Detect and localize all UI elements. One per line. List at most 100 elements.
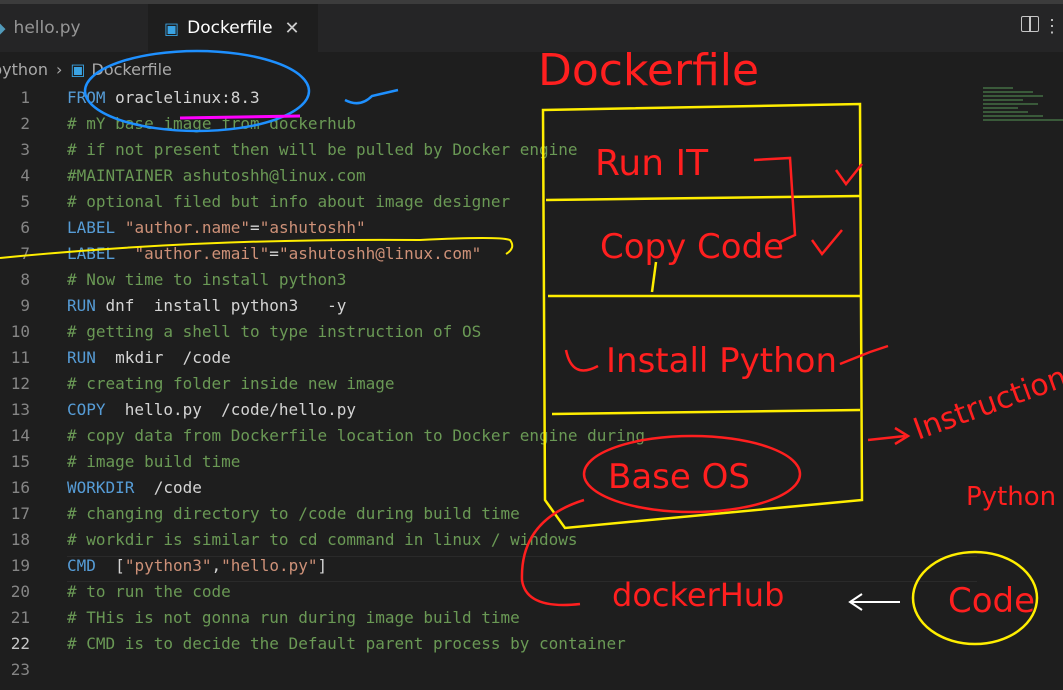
code-line[interactable]: 18 # workdir is similar to cd command in … xyxy=(0,527,980,553)
code-line[interactable]: 17 # changing directory to /code during b… xyxy=(0,501,980,527)
code-token: = xyxy=(250,218,260,237)
line-number: 9 xyxy=(20,296,30,315)
code-line[interactable]: 12 # creating folder inside new image xyxy=(0,371,980,397)
code-text: LABEL "author.name"="ashutoshh" xyxy=(67,215,366,241)
line-number: 17 xyxy=(10,504,30,523)
code-text: # image build time xyxy=(67,449,240,475)
code-line[interactable]: 2 # mY base image from dockerhub xyxy=(0,111,980,137)
line-number: 23 xyxy=(10,660,30,679)
code-line[interactable]: 10 # getting a shell to type instruction … xyxy=(0,319,980,345)
code-text: # creating folder inside new image xyxy=(67,371,395,397)
code-text: RUN mkdir /code xyxy=(67,345,231,371)
close-icon[interactable]: ✕ xyxy=(285,18,300,39)
code-text: CMD ["python3","hello.py"] xyxy=(67,553,327,579)
line-number: 6 xyxy=(20,218,30,237)
tab-bar: ◆ hello.py ▣ Dockerfile ✕ ⋮ xyxy=(0,0,1063,52)
code-token: # getting a shell to type instruction of… xyxy=(67,322,482,341)
code-token: # Now time to install python3 xyxy=(67,270,347,289)
code-line[interactable]: 4 #MAINTAINER ashutoshh@linux.com xyxy=(0,163,980,189)
code-text: # if not present then will be pulled by … xyxy=(67,137,578,163)
code-token: # image build time xyxy=(67,452,241,471)
minimap[interactable] xyxy=(983,85,1063,135)
code-text: WORKDIR /code xyxy=(67,475,202,501)
tab-dockerfile[interactable]: ▣ Dockerfile ✕ xyxy=(148,4,318,52)
code-line[interactable]: 1 FROM oraclelinux:8.3 xyxy=(0,85,980,111)
code-token: # mY base image from dockerhub xyxy=(67,114,356,133)
line-number: 19 xyxy=(10,556,30,575)
code-line[interactable]: 3 # if not present then will be pulled by… xyxy=(0,137,980,163)
code-text: # to run the code xyxy=(67,579,231,605)
code-token: # copy data from Dockerfile location to … xyxy=(67,426,645,445)
code-text: # copy data from Dockerfile location to … xyxy=(67,423,645,449)
more-actions-icon[interactable]: ⋮ xyxy=(1043,16,1061,37)
line-number: 18 xyxy=(10,530,30,549)
code-token: "author.email" xyxy=(134,244,270,263)
code-line[interactable]: 6 LABEL "author.name"="ashutoshh" xyxy=(0,215,980,241)
code-token: "author.name" xyxy=(124,218,251,237)
line-number: 7 xyxy=(20,244,30,263)
code-line[interactable]: 20 # to run the code xyxy=(0,579,980,605)
code-line[interactable]: 23 xyxy=(0,657,980,683)
line-number: 8 xyxy=(20,270,30,289)
code-token: # if not present then will be pulled by … xyxy=(67,140,578,159)
code-text: # Now time to install python3 xyxy=(67,267,346,293)
code-token: CMD xyxy=(67,556,96,575)
code-token: , xyxy=(211,556,222,575)
code-text: LABEL "author.email"="ashutoshh@linux.co… xyxy=(67,241,481,267)
code-line[interactable]: 11 RUN mkdir /code xyxy=(0,345,980,371)
code-text: # optional filed but info about image de… xyxy=(67,189,510,215)
line-number: 22 xyxy=(10,634,30,653)
code-token: dnf install python3 -y xyxy=(95,296,347,315)
chevron-right-icon: › xyxy=(55,59,63,79)
code-line[interactable]: 22 # CMD is to decide the Default parent … xyxy=(0,631,980,657)
code-line[interactable]: 21 # THis is not gonna run during image b… xyxy=(0,605,980,631)
code-token: oraclelinux:8.3 xyxy=(105,88,260,107)
code-token: RUN xyxy=(67,348,96,367)
code-token: FROM xyxy=(67,88,106,107)
code-line[interactable]: 19 CMD ["python3","hello.py"] xyxy=(0,553,980,579)
breadcrumb-folder[interactable]: python xyxy=(0,60,48,79)
split-editor-icon[interactable] xyxy=(1021,16,1039,32)
code-token: WORKDIR xyxy=(67,478,135,497)
line-number: 14 xyxy=(10,426,30,445)
breadcrumb-file[interactable]: Dockerfile xyxy=(92,60,172,79)
code-line[interactable]: 16 WORKDIR /code xyxy=(0,475,980,501)
code-text: FROM oraclelinux:8.3 xyxy=(67,85,260,111)
breadcrumb: python › ▣ Dockerfile xyxy=(0,58,172,80)
line-number: 12 xyxy=(10,374,30,393)
code-line[interactable]: 5 # optional filed but info about image d… xyxy=(0,189,980,215)
code-line[interactable]: 15 # image build time xyxy=(0,449,980,475)
code-line[interactable]: 14 # copy data from Dockerfile location t… xyxy=(0,423,980,449)
line-number: 10 xyxy=(10,322,30,341)
code-token: COPY xyxy=(67,400,106,419)
code-token: "ashutoshh@linux.com" xyxy=(278,244,482,263)
line-number: 1 xyxy=(20,88,30,107)
line-number: 20 xyxy=(10,582,30,601)
line-number: 11 xyxy=(10,348,30,367)
line-number: 4 xyxy=(20,166,30,185)
tab-label: Dockerfile xyxy=(187,18,273,38)
docker-file-icon: ▣ xyxy=(164,18,180,38)
code-text: # mY base image from dockerhub xyxy=(67,111,356,137)
code-token: mkdir /code xyxy=(95,348,231,367)
code-text: # THis is not gonna run during image bui… xyxy=(67,605,520,631)
line-number: 15 xyxy=(10,452,30,471)
line-number: 13 xyxy=(10,400,30,419)
code-line[interactable]: 9 RUN dnf install python3 -y xyxy=(0,293,980,319)
code-token: "hello.py" xyxy=(221,556,318,575)
python-file-icon: ◆ xyxy=(0,19,6,37)
docker-file-icon: ▣ xyxy=(70,59,86,79)
code-token: LABEL xyxy=(67,244,116,263)
code-line[interactable]: 7 LABEL "author.email"="ashutoshh@linux.c… xyxy=(0,241,980,267)
line-number: 16 xyxy=(10,478,30,497)
code-line[interactable]: 8 # Now time to install python3 xyxy=(0,267,980,293)
line-number: 5 xyxy=(20,192,30,211)
code-token: [ xyxy=(95,556,125,575)
tab-hello-py[interactable]: ◆ hello.py xyxy=(0,4,134,52)
code-text: # changing directory to /code during bui… xyxy=(67,501,520,527)
code-token: # optional filed but info about image de… xyxy=(67,192,511,211)
code-line[interactable]: 13 COPY hello.py /code/hello.py xyxy=(0,397,980,423)
tab-label: hello.py xyxy=(13,18,81,38)
code-token: = xyxy=(269,244,279,263)
